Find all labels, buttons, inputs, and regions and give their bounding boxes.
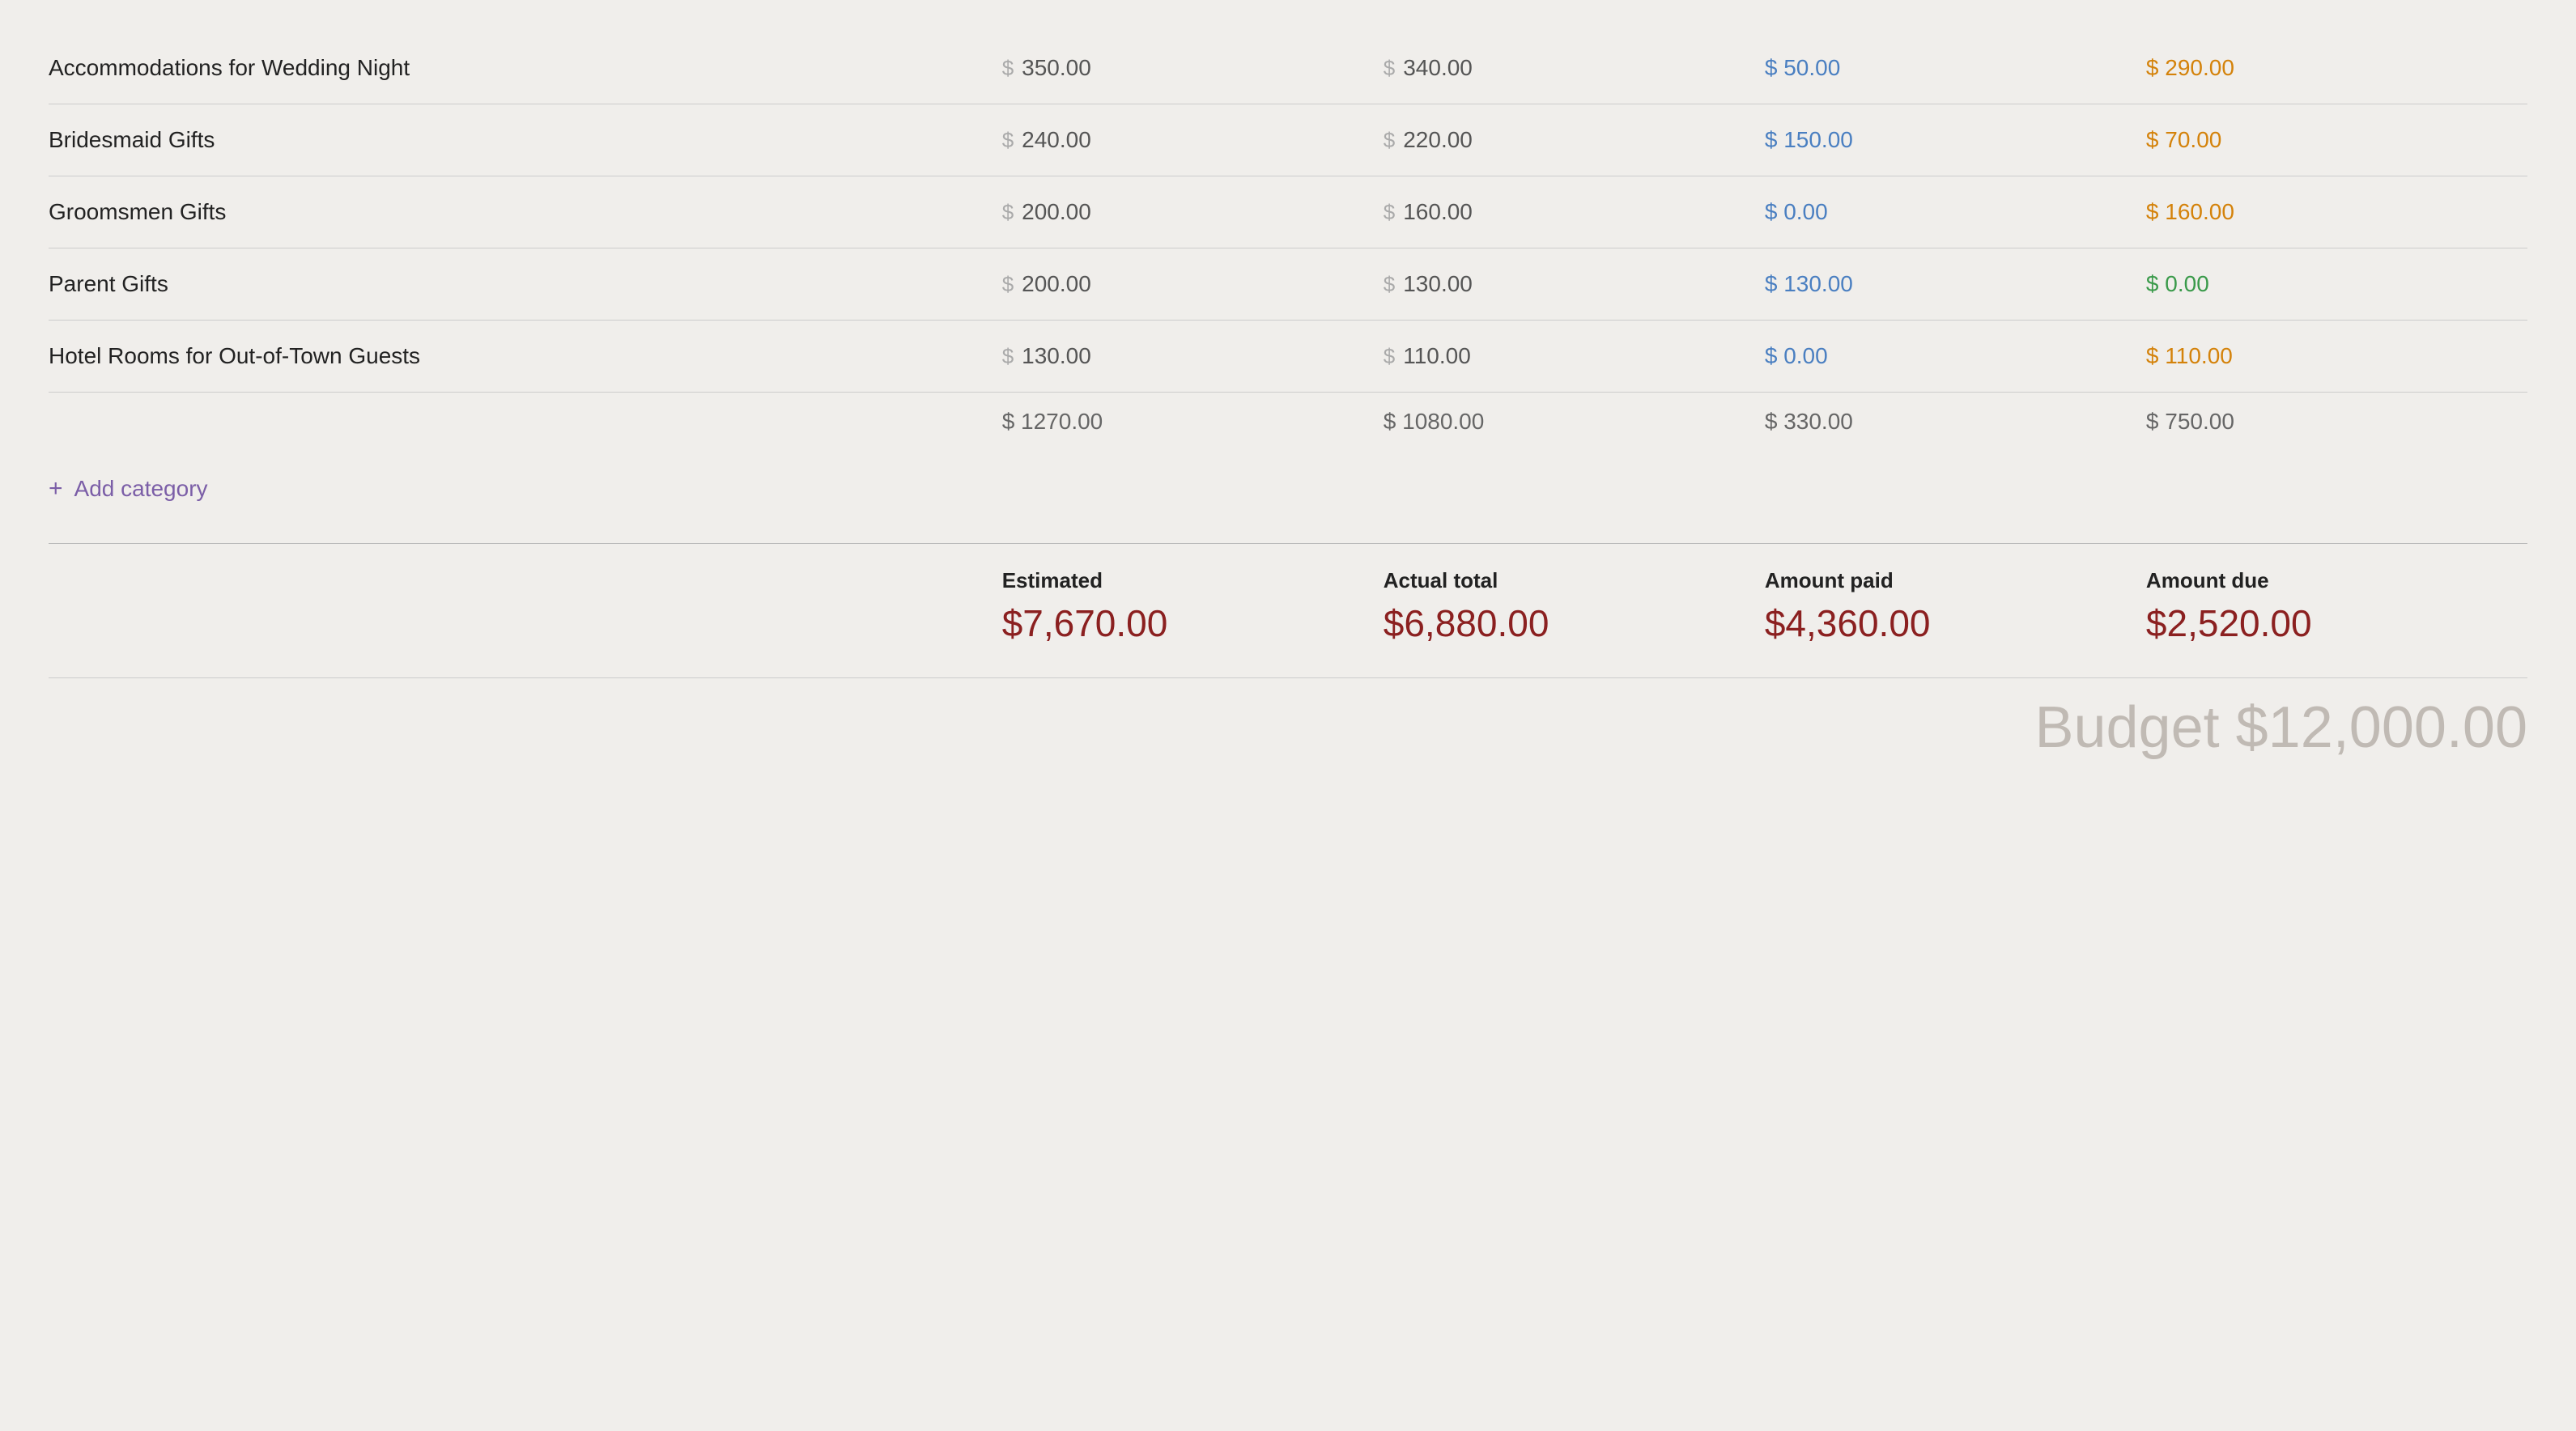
dollar-icon: $ [1384, 272, 1395, 297]
actual-cell: $ 160.00 [1384, 199, 1765, 225]
table-row: Accommodations for Wedding Night $ 350.0… [49, 32, 2527, 104]
summary-due: Amount due $2,520.00 [2146, 568, 2527, 645]
due-cell: $ 290.00 [2146, 55, 2527, 81]
table-row: Groomsmen Gifts $ 200.00 $ 160.00 $ 0.00… [49, 176, 2527, 248]
actual-cell: $ 340.00 [1384, 55, 1765, 81]
due-cell: $ 70.00 [2146, 127, 2527, 153]
dollar-icon: $ [1002, 128, 1014, 153]
subtotals-row: $ 1270.00 $ 1080.00 $ 330.00 $ 750.00 [49, 393, 2527, 451]
paid-cell: $ 130.00 [1765, 271, 2146, 297]
estimated-cell: $ 130.00 [1002, 343, 1384, 369]
paid-cell: $ 0.00 [1765, 343, 2146, 369]
category-name: Groomsmen Gifts [49, 199, 1002, 225]
subtotal-paid: $ 330.00 [1765, 409, 2146, 435]
due-cell: $ 160.00 [2146, 199, 2527, 225]
dollar-icon: $ [1384, 200, 1395, 225]
dollar-icon: $ [1384, 56, 1395, 81]
dollar-icon: $ [1002, 344, 1014, 369]
table-row: Hotel Rooms for Out-of-Town Guests $ 130… [49, 321, 2527, 393]
plus-icon: + [49, 475, 63, 503]
paid-cell: $ 0.00 [1765, 199, 2146, 225]
estimated-cell: $ 240.00 [1002, 127, 1384, 153]
add-category-button[interactable]: + Add category [49, 451, 2527, 519]
due-cell: $ 110.00 [2146, 343, 2527, 369]
dollar-icon: $ [1384, 128, 1395, 153]
table-row: Bridesmaid Gifts $ 240.00 $ 220.00 $ 150… [49, 104, 2527, 176]
actual-cell: $ 220.00 [1384, 127, 1765, 153]
due-cell: $ 0.00 [2146, 271, 2527, 297]
summary-paid: Amount paid $4,360.00 [1765, 568, 2146, 645]
category-name: Accommodations for Wedding Night [49, 55, 1002, 81]
paid-cell: $ 150.00 [1765, 127, 2146, 153]
budget-table: Accommodations for Wedding Night $ 350.0… [49, 32, 2527, 761]
category-name: Parent Gifts [49, 271, 1002, 297]
dollar-icon: $ [1002, 56, 1014, 81]
summary-actual: Actual total $6,880.00 [1384, 568, 1765, 645]
dollar-icon: $ [1002, 200, 1014, 225]
category-name: Bridesmaid Gifts [49, 127, 1002, 153]
category-name: Hotel Rooms for Out-of-Town Guests [49, 343, 1002, 369]
actual-cell: $ 110.00 [1384, 343, 1765, 369]
subtotal-actual: $ 1080.00 [1384, 409, 1765, 435]
summary-section: Estimated $7,670.00 Actual total $6,880.… [49, 543, 2527, 645]
subtotal-due: $ 750.00 [2146, 409, 2527, 435]
add-category-label: Add category [74, 476, 208, 502]
dollar-icon: $ [1384, 344, 1395, 369]
summary-estimated: Estimated $7,670.00 [1002, 568, 1384, 645]
budget-total: Budget $12,000.00 [49, 677, 2527, 761]
table-row: Parent Gifts $ 200.00 $ 130.00 $ 130.00 … [49, 248, 2527, 321]
paid-cell: $ 50.00 [1765, 55, 2146, 81]
estimated-cell: $ 350.00 [1002, 55, 1384, 81]
subtotal-estimated: $ 1270.00 [1002, 409, 1384, 435]
estimated-cell: $ 200.00 [1002, 271, 1384, 297]
dollar-icon: $ [1002, 272, 1014, 297]
estimated-cell: $ 200.00 [1002, 199, 1384, 225]
actual-cell: $ 130.00 [1384, 271, 1765, 297]
